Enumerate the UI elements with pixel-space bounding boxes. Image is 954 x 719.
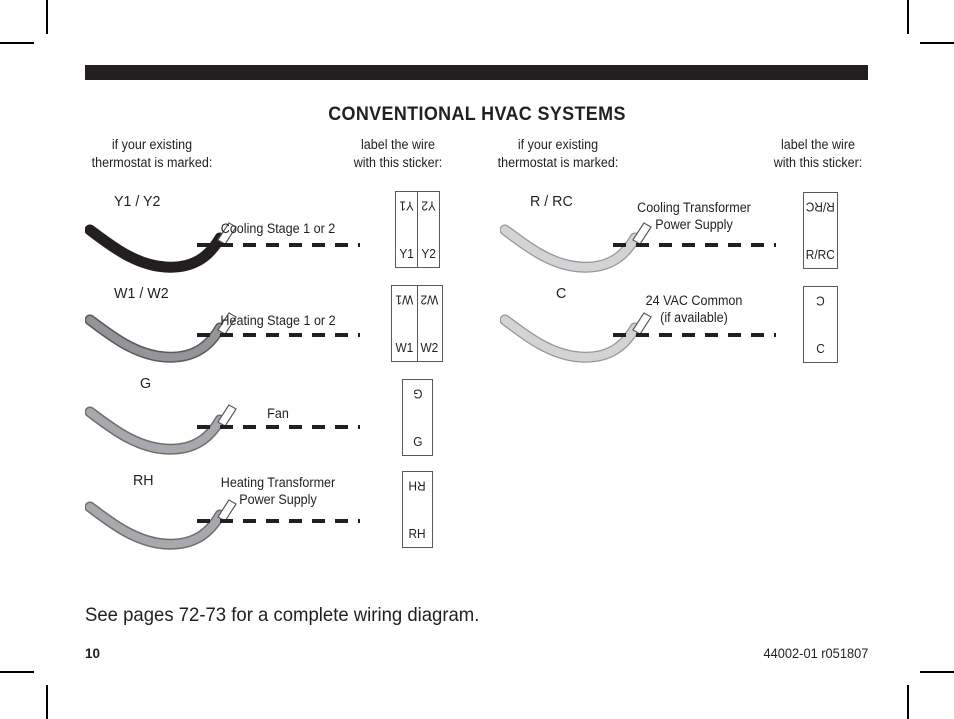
sticker-label-c: C xyxy=(816,341,825,356)
crop-mark-bottom-left-horizontal xyxy=(0,671,34,673)
terminal-label-g: G xyxy=(140,375,152,392)
wire-description-g: Fan xyxy=(194,405,361,422)
wire-description-c-line2: (if available) xyxy=(660,310,728,325)
sticker-label-rrc-inverted: R/RC xyxy=(805,199,836,214)
sticker-cell-rh: RH RH xyxy=(403,472,432,547)
terminal-label-rh: RH xyxy=(133,472,154,489)
wire-description-c: 24 VAC Common (if available) xyxy=(610,292,777,326)
wire-illustration-y1y2 xyxy=(85,222,237,273)
sticker-cell-w1: W1 W1 xyxy=(392,286,417,361)
wire-description-w1w2: Heating Stage 1 or 2 xyxy=(194,312,361,329)
dashed-connector-c xyxy=(613,333,776,337)
dashed-connector-rh xyxy=(197,519,360,523)
wire-description-y1y2-line1: Cooling Stage 1 or 2 xyxy=(220,221,336,236)
sticker-label-w2: W2 xyxy=(420,340,439,355)
wire-description-rh: Heating Transformer Power Supply xyxy=(194,474,361,508)
page-title: CONVENTIONAL HVAC SYSTEMS xyxy=(328,103,626,125)
sticker-label-y2: Y2 xyxy=(421,246,436,261)
sticker-label-g-inverted: G xyxy=(412,386,423,401)
wire-illustration-rrc xyxy=(500,222,652,273)
column-header-right-sticker-line1: label the wire xyxy=(781,137,855,152)
column-header-left-sticker-line2: with this sticker: xyxy=(353,155,443,170)
terminal-label-rrc: R / RC xyxy=(530,193,573,210)
wire-description-rh-line1: Heating Transformer xyxy=(220,475,336,490)
column-header-left-marked-line1: if your existing xyxy=(111,137,193,152)
dashed-connector-w1w2 xyxy=(197,333,360,337)
page-number: 10 xyxy=(85,646,101,661)
wire-sticker-y1y2[interactable]: Y1 Y1 Y2 Y2 xyxy=(395,191,440,268)
wire-description-w1w2-line1: Heating Stage 1 or 2 xyxy=(220,313,336,328)
wire-sticker-g[interactable]: G G xyxy=(402,379,433,456)
sticker-label-rrc: R/RC xyxy=(805,247,836,262)
column-header-left-marked: if your existing thermostat is marked: xyxy=(68,136,235,172)
column-header-left-sticker: label the wire with this sticker: xyxy=(314,136,481,172)
sticker-cell-rrc: R/RC R/RC xyxy=(804,193,837,268)
dashed-connector-rrc xyxy=(613,243,776,247)
wire-description-rrc-line1: Cooling Transformer xyxy=(637,200,751,215)
sticker-label-y2-inverted: Y2 xyxy=(421,198,436,213)
column-header-right-marked-line1: if your existing xyxy=(517,137,599,152)
wire-description-rrc-line2: Power Supply xyxy=(655,217,733,232)
sticker-label-w1: W1 xyxy=(395,340,414,355)
sticker-label-g: G xyxy=(412,434,423,449)
dashed-connector-g xyxy=(197,425,360,429)
wire-illustration-c xyxy=(500,312,652,363)
wire-sticker-w1w2[interactable]: W1 W1 W2 W2 xyxy=(391,285,443,362)
terminal-label-c: C xyxy=(556,285,567,302)
sticker-label-y1: Y1 xyxy=(399,246,414,261)
column-header-right-sticker-line2: with this sticker: xyxy=(773,155,863,170)
wire-description-c-line1: 24 VAC Common xyxy=(645,293,743,308)
column-header-right-marked: if your existing thermostat is marked: xyxy=(474,136,641,172)
wire-illustration-g xyxy=(85,404,237,455)
crop-mark-top-right-vertical xyxy=(907,0,909,34)
terminal-label-y1y2: Y1 / Y2 xyxy=(114,193,161,210)
sticker-cell-c: C C xyxy=(804,287,837,362)
wire-description-y1y2: Cooling Stage 1 or 2 xyxy=(194,220,361,237)
sticker-label-rh: RH xyxy=(408,526,427,541)
wire-sticker-rh[interactable]: RH RH xyxy=(402,471,433,548)
column-header-right-marked-line2: thermostat is marked: xyxy=(497,155,619,170)
sticker-label-rh-inverted: RH xyxy=(408,478,427,493)
header-rule-bar xyxy=(85,65,868,80)
column-header-right-sticker: label the wire with this sticker: xyxy=(734,136,901,172)
sticker-label-w2-inverted: W2 xyxy=(420,292,439,307)
crop-mark-bottom-left-vertical xyxy=(46,685,48,719)
terminal-label-w1w2: W1 / W2 xyxy=(114,285,169,302)
wire-sticker-c[interactable]: C C xyxy=(803,286,838,363)
sticker-label-c-inverted: C xyxy=(816,293,825,308)
wire-description-rh-line2: Power Supply xyxy=(239,492,317,507)
column-header-left-sticker-line1: label the wire xyxy=(361,137,435,152)
sticker-cell-g: G G xyxy=(403,380,432,455)
sticker-cell-y2: Y2 Y2 xyxy=(417,192,439,267)
dashed-connector-y1y2 xyxy=(197,243,360,247)
wire-description-rrc: Cooling Transformer Power Supply xyxy=(610,199,777,233)
crop-mark-top-left-vertical xyxy=(46,0,48,34)
wire-illustration-rh xyxy=(85,499,237,550)
sticker-label-y1-inverted: Y1 xyxy=(399,198,414,213)
crop-mark-top-right-horizontal xyxy=(920,42,954,44)
sticker-cell-y1: Y1 Y1 xyxy=(396,192,417,267)
crop-mark-top-left-horizontal xyxy=(0,42,34,44)
document-code: 44002-01 r051807 xyxy=(763,646,868,661)
column-header-left-marked-line2: thermostat is marked: xyxy=(91,155,213,170)
crop-mark-bottom-right-vertical xyxy=(907,685,909,719)
see-pages-note: See pages 72-73 for a complete wiring di… xyxy=(85,604,480,626)
wire-sticker-rrc[interactable]: R/RC R/RC xyxy=(803,192,838,269)
wire-description-g-line1: Fan xyxy=(267,406,289,421)
crop-mark-bottom-right-horizontal xyxy=(920,671,954,673)
sticker-label-w1-inverted: W1 xyxy=(395,292,414,307)
sticker-cell-w2: W2 W2 xyxy=(416,286,443,361)
wire-illustration-w1w2 xyxy=(85,312,237,363)
